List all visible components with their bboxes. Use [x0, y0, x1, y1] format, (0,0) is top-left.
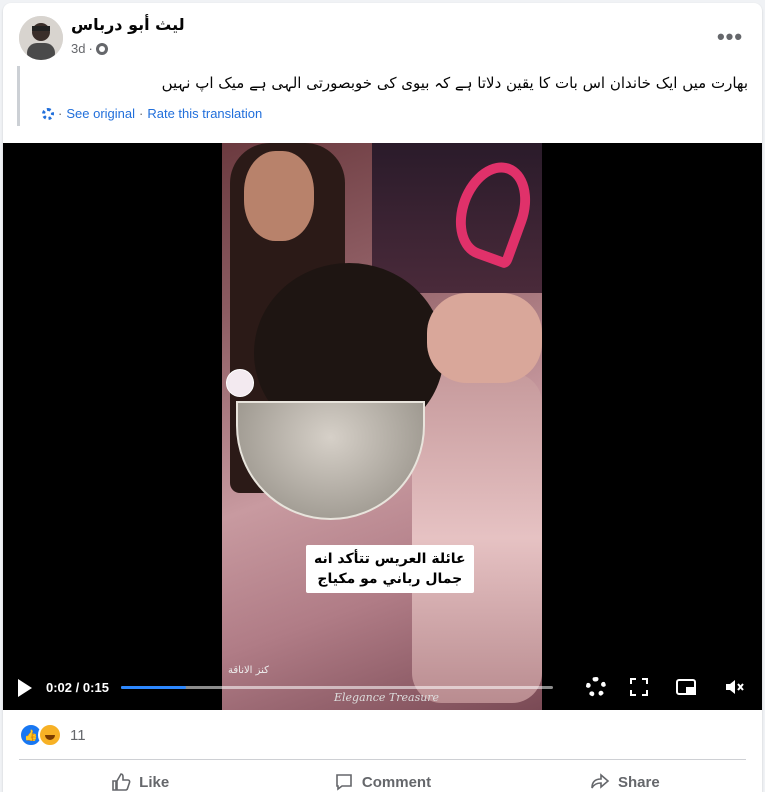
progress-bar[interactable]: [121, 686, 553, 689]
share-label: Share: [617, 773, 660, 791]
picture-in-picture-icon[interactable]: [673, 674, 699, 700]
link-separator: ·: [58, 106, 63, 121]
like-label: Like: [139, 773, 170, 791]
rate-translation-link[interactable]: Rate this translation: [147, 106, 262, 121]
more-options-button[interactable]: •••: [714, 21, 746, 53]
video-player[interactable]: عائلة العريس تتأكد انه جمال رباني مو مكي…: [3, 143, 762, 710]
share-arrow-icon: [591, 773, 610, 789]
translation-links: · See original · Rate this translation: [42, 106, 262, 121]
comment-button[interactable]: Comment: [261, 767, 503, 792]
globe-icon: [95, 42, 108, 55]
post-meta: 3d ·: [71, 41, 108, 56]
like-button[interactable]: Like: [19, 767, 261, 792]
settings-gear-icon[interactable]: [583, 674, 609, 700]
mute-icon[interactable]: [722, 674, 748, 700]
share-button[interactable]: Share: [504, 767, 746, 792]
translated-text: بھارت میں ایک خاندان اس بات کا یقین دلات…: [161, 74, 748, 92]
divider: [19, 759, 746, 760]
water-bowl: [236, 401, 425, 520]
video-caption: عائلة العريس تتأكد انه جمال رباني مو مكي…: [306, 545, 474, 593]
see-original-link[interactable]: See original: [66, 106, 135, 121]
post-time[interactable]: 3d: [71, 41, 85, 56]
woman-face: [244, 151, 314, 241]
duration: 0:15: [82, 680, 109, 695]
action-bar: Like Comment Share: [19, 767, 746, 792]
video-controls: 0:02 / 0:15: [3, 668, 762, 710]
bride-dress: [412, 373, 542, 703]
author-name[interactable]: ليث أبو درباس: [71, 15, 185, 34]
like-thumb-icon: [112, 773, 131, 791]
haha-reaction-icon: [38, 723, 62, 747]
post-card: ليث أبو درباس 3d · ••• بھارت میں ایک خان…: [3, 3, 762, 792]
comment-label: Comment: [361, 773, 432, 791]
video-frame: عائلة العريس تتأكد انه جمال رباني مو مكي…: [222, 143, 542, 710]
caption-line-2: جمال رباني مو مكياج: [317, 571, 463, 587]
fullscreen-icon[interactable]: [626, 674, 652, 700]
reaction-count: 11: [70, 726, 86, 744]
channel-logo: [226, 369, 254, 397]
reaction-summary[interactable]: 👍 11: [19, 723, 86, 747]
time-separator: /: [75, 680, 80, 695]
helper-hand: [427, 293, 542, 383]
author-avatar[interactable]: [19, 16, 63, 60]
comment-bubble-icon: [336, 774, 352, 791]
link-separator: ·: [139, 106, 144, 121]
play-icon[interactable]: [18, 679, 32, 697]
caption-line-1: عائلة العريس تتأكد انه: [314, 551, 466, 567]
translation-block: بھارت میں ایک خاندان اس بات کا یقین دلات…: [17, 66, 750, 126]
translate-settings-icon[interactable]: [42, 107, 54, 120]
meta-separator: ·: [88, 41, 93, 56]
current-time: 0:02: [46, 680, 73, 695]
video-time: 0:02 / 0:15: [46, 680, 109, 695]
progress-fill: [121, 686, 186, 689]
